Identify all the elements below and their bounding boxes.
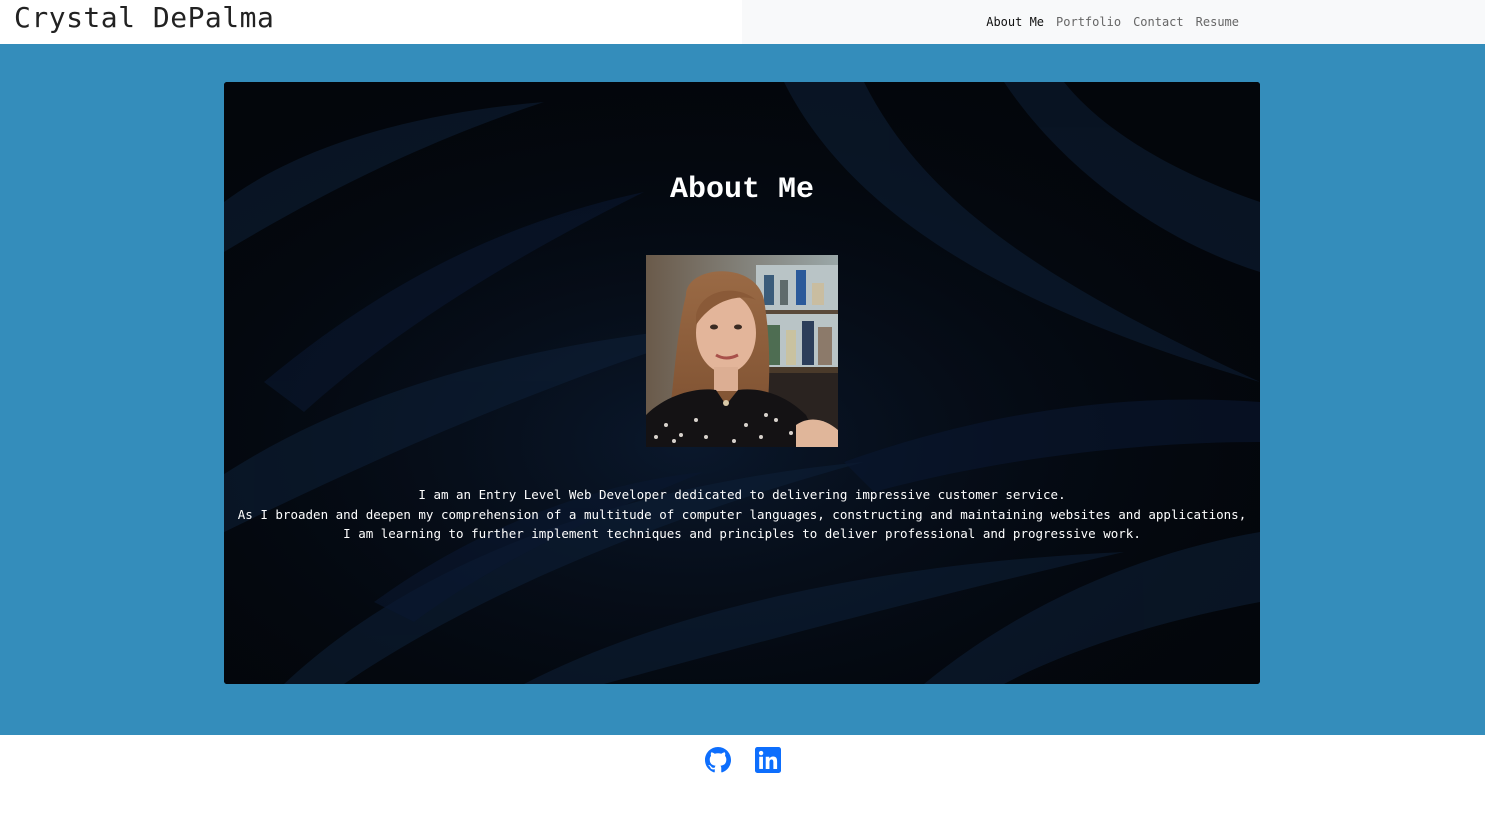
nav-resume[interactable]: Resume xyxy=(1196,14,1239,30)
nav-contact[interactable]: Contact xyxy=(1133,14,1184,30)
linkedin-icon[interactable] xyxy=(755,747,781,773)
site-header: Crystal DePalma About Me Portfolio Conta… xyxy=(0,0,1485,44)
site-brand[interactable]: Crystal DePalma xyxy=(14,0,274,36)
main-section: About Me I am an Entry Level Web Develop… xyxy=(0,44,1485,735)
bio-line: As I broaden and deepen my comprehension… xyxy=(237,506,1247,522)
page-title: About Me xyxy=(669,173,815,207)
bio-line: I am an Entry Level Web Developer dedica… xyxy=(418,487,1066,502)
nav-about-me[interactable]: About Me xyxy=(986,14,1044,30)
bio-line: I am learning to further implement techn… xyxy=(343,526,1141,541)
github-icon[interactable] xyxy=(705,747,731,773)
brand-area: Crystal DePalma xyxy=(0,0,742,44)
bio-text: I am an Entry Level Web Developer dedica… xyxy=(224,485,1260,544)
about-card: About Me I am an Entry Level Web Develop… xyxy=(224,82,1260,684)
nav-links: About Me Portfolio Contact Resume xyxy=(986,14,1239,30)
profile-photo xyxy=(646,255,838,447)
nav-portfolio[interactable]: Portfolio xyxy=(1056,14,1121,30)
site-footer xyxy=(0,735,1485,824)
navbar: About Me Portfolio Contact Resume xyxy=(742,0,1485,44)
